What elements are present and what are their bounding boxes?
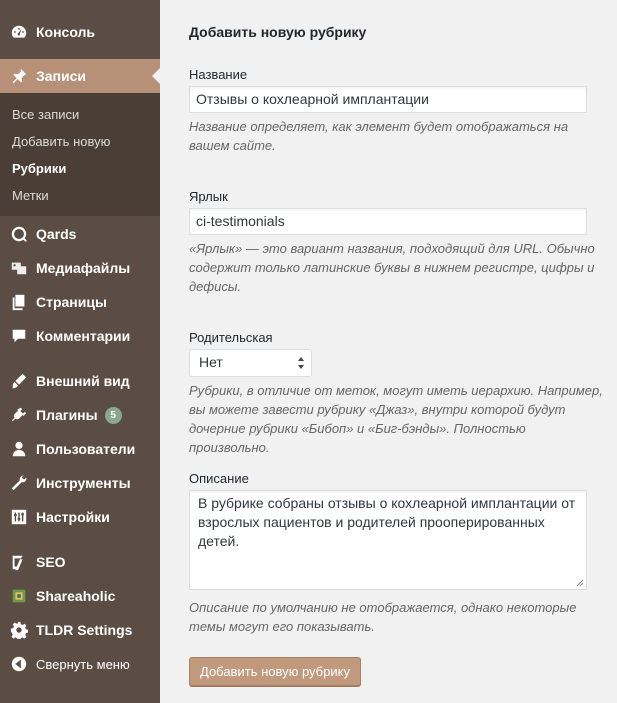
submenu-item-add-new[interactable]: Добавить новую (12, 134, 110, 149)
menu-item-label: Инструменты (36, 475, 131, 491)
posts-submenu: Все записи Добавить новую Рубрики Метки (0, 93, 160, 216)
comments-icon (9, 326, 29, 346)
menu-item-label: Записи (36, 68, 87, 84)
menu-item-pages[interactable]: Страницы (0, 285, 160, 319)
menu-item-label: Свернуть меню (36, 656, 130, 672)
description-text: В рубрике собраны отзывы о кохлеарной им… (198, 495, 576, 549)
add-category-button[interactable]: Добавить новую рубрику (189, 657, 361, 686)
menu-item-dashboard[interactable]: Консоль (0, 15, 160, 49)
slug-description: «Ярлык» — это вариант названия, подходящ… (189, 241, 595, 294)
seo-icon (9, 552, 29, 572)
menu-item-label: Qards (36, 226, 77, 242)
slug-label: Ярлык (189, 189, 228, 204)
collapse-menu-button[interactable]: Свернуть меню (0, 647, 160, 681)
submenu-item-tags[interactable]: Метки (12, 188, 49, 203)
menu-item-label: Плагины (36, 407, 98, 423)
menu-item-tools[interactable]: Инструменты (0, 466, 160, 500)
slug-input[interactable]: ci-testimonials (189, 208, 587, 235)
menu-item-tldr-settings[interactable]: TLDR Settings (0, 613, 160, 647)
collapse-icon (9, 654, 29, 674)
dashboard-icon (9, 22, 29, 42)
name-description: Название определяет, как элемент будет о… (189, 119, 569, 153)
menu-item-plugins[interactable]: Плагины 5 (0, 398, 160, 432)
submenu-item-all-posts[interactable]: Все записи (12, 107, 79, 122)
menu-item-label: Консоль (36, 24, 96, 40)
menu-item-comments[interactable]: Комментарии (0, 319, 160, 353)
gear-icon (9, 620, 29, 640)
parent-label: Родительская (189, 330, 273, 345)
menu-item-shareaholic[interactable]: Shareaholic (0, 579, 160, 613)
settings-icon (9, 507, 29, 527)
select-arrows-icon (298, 357, 304, 369)
menu-item-label: Комментарии (36, 328, 131, 344)
form-title: Добавить новую рубрику (189, 24, 367, 40)
parent-category-select[interactable]: Нет (189, 349, 312, 377)
add-category-form: Добавить новую рубрику Название Отзывы о… (160, 0, 617, 703)
qards-icon (9, 224, 29, 244)
menu-item-settings[interactable]: Настройки (0, 500, 160, 534)
menu-item-label: Настройки (36, 509, 110, 525)
menu-item-users[interactable]: Пользователи (0, 432, 160, 466)
plugins-icon (9, 405, 29, 425)
menu-item-media[interactable]: Медиафайлы (0, 251, 160, 285)
parent-description: Рубрики, в отличие от меток, могут иметь… (189, 383, 603, 455)
submenu-item-categories[interactable]: Рубрики (12, 161, 66, 176)
menu-item-label: Страницы (36, 294, 107, 310)
update-count-badge: 5 (104, 406, 122, 424)
menu-item-appearance[interactable]: Внешний вид (0, 364, 160, 398)
resize-handle-icon[interactable] (574, 577, 584, 587)
appearance-icon (9, 371, 29, 391)
menu-item-label: SEO (36, 554, 66, 570)
description-help: Описание по умолчанию не отображается, о… (189, 600, 577, 634)
pin-icon (9, 66, 29, 86)
menu-item-label: Медиафайлы (36, 260, 131, 276)
menu-item-posts[interactable]: Записи (0, 59, 160, 93)
menu-item-seo[interactable]: SEO (0, 545, 160, 579)
shareaholic-icon (9, 586, 29, 606)
menu-item-qards[interactable]: Qards (0, 217, 160, 251)
description-textarea[interactable]: В рубрике собраны отзывы о кохлеарной им… (189, 490, 587, 590)
menu-item-label: Shareaholic (36, 588, 116, 604)
parent-selected-value: Нет (199, 354, 223, 370)
pages-icon (9, 292, 29, 312)
admin-sidebar: Консоль Записи Все записи Добавить новую… (0, 0, 160, 703)
name-label: Название (189, 67, 248, 82)
description-label: Описание (189, 471, 249, 486)
menu-item-label: TLDR Settings (36, 622, 133, 638)
users-icon (9, 439, 29, 459)
menu-item-label: Пользователи (36, 441, 136, 457)
menu-item-label: Внешний вид (36, 373, 130, 389)
name-input[interactable]: Отзывы о кохлеарной имплантации (189, 86, 587, 113)
media-icon (9, 258, 29, 278)
tools-icon (9, 473, 29, 493)
